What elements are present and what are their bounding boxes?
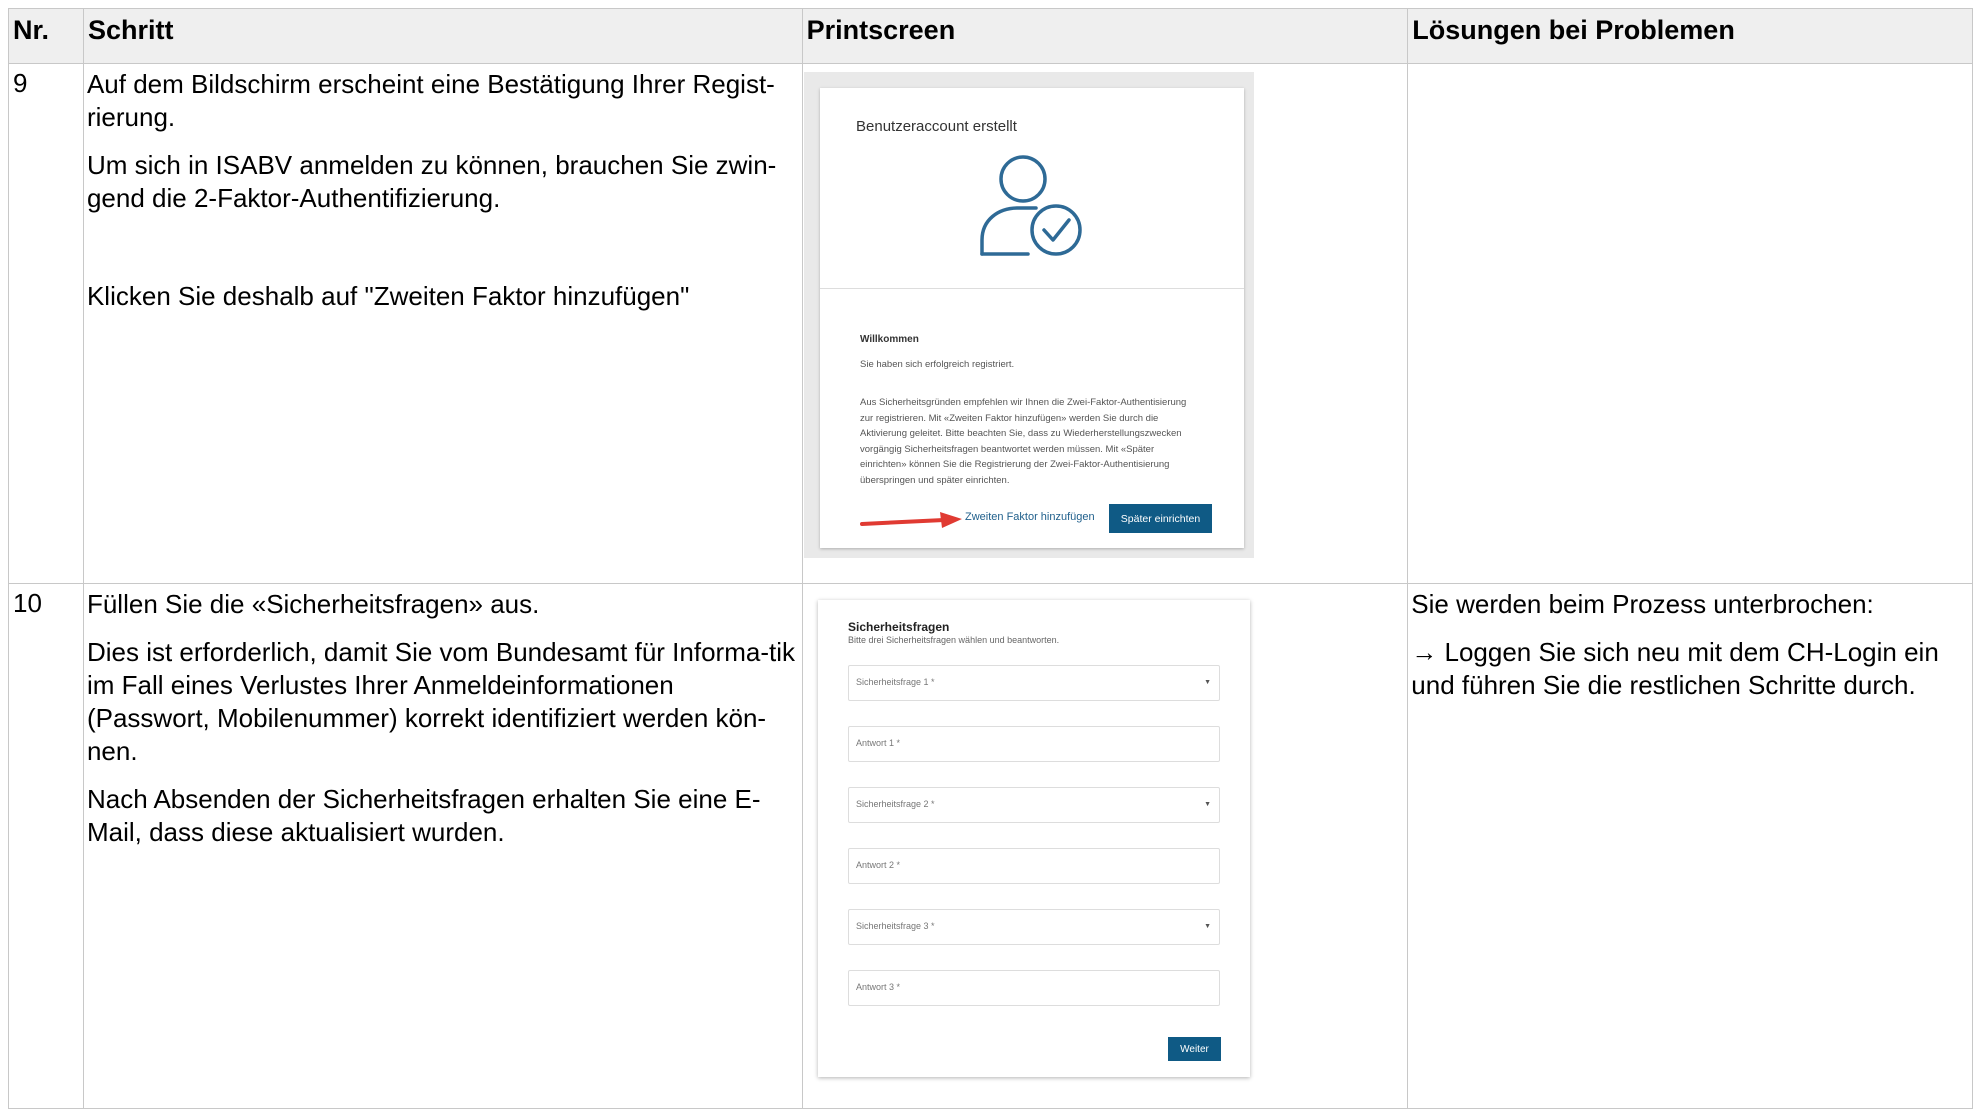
security-question-3-select[interactable]: Sicherheitsfrage 3 * ▼ [848,909,1220,945]
red-arrow-icon [860,512,962,528]
security-question-1-select[interactable]: Sicherheitsfrage 1 * ▼ [848,665,1220,701]
security-question-2-select[interactable]: Sicherheitsfrage 2 * ▼ [848,787,1220,823]
form-subtitle: Bitte drei Sicherheitsfragen wählen und … [848,635,1060,645]
field-label: Sicherheitsfrage 2 * [856,799,935,809]
step-paragraph: Nach Absenden der Sicherheitsfragen erha… [86,784,761,847]
step-paragraph: Klicken Sie deshalb auf "Zweiten Faktor … [86,281,690,311]
security-paragraph: Aus Sicherheitsgründen empfehlen wir Ihn… [860,397,1187,486]
step-paragraph: Auf dem Bildschirm erscheint eine Bestät… [86,69,775,132]
step-description: Auf dem Bildschirm erscheint eine Bestät… [82,63,803,584]
setup-later-button[interactable]: Später einrichten [1109,504,1212,533]
header-printscreen: Printscreen [801,8,1409,64]
solutions-cell: Sie werden beim Prozess unterbrochen: → … [1407,583,1973,1109]
user-check-icon [980,155,1082,256]
field-label: Antwort 2 * [856,860,901,870]
header-schritt: Schritt [82,8,803,64]
printscreen-account-created: Benutzeraccount erstellt Willkommen Sie … [804,72,1254,558]
solution-paragraph: → Loggen Sie sich neu mit dem CH-Login e… [1411,637,1939,700]
field-label: Antwort 3 * [856,982,901,992]
step-paragraph: Um sich in ISABV anmelden zu können, bra… [86,150,777,213]
registered-text: Sie haben sich erfolgreich registriert. [860,359,1015,370]
solutions-cell [1407,63,1973,584]
step-paragraph: Dies ist erforderlich, damit Sie vom Bun… [86,637,795,766]
continue-button[interactable]: Weiter [1168,1037,1221,1061]
answer-3-input[interactable]: Antwort 3 * [848,970,1220,1006]
field-label: Sicherheitsfrage 3 * [856,921,935,931]
field-label: Sicherheitsfrage 1 * [856,677,935,687]
card-title: Benutzeraccount erstellt [856,118,1017,135]
step-number: 10 [8,583,84,1109]
divider [820,288,1244,289]
solution-paragraph: Sie werden beim Prozess unterbrochen: [1411,589,1874,619]
form-title: Sicherheitsfragen [848,620,950,634]
add-second-factor-link[interactable]: Zweiten Faktor hinzufügen [965,511,1095,523]
answer-2-input[interactable]: Antwort 2 * [848,848,1220,884]
step-paragraph: Füllen Sie die «Sicherheitsfragen» aus. [86,589,540,619]
field-label: Antwort 1 * [856,738,901,748]
account-created-card: Benutzeraccount erstellt Willkommen Sie … [820,88,1244,548]
welcome-heading: Willkommen [860,334,919,345]
answer-1-input[interactable]: Antwort 1 * [848,726,1220,762]
caret-down-icon: ▼ [1204,923,1211,930]
caret-down-icon: ▼ [1204,679,1211,686]
step-description: Füllen Sie die «Sicherheitsfragen» aus. … [82,583,803,1109]
header-loesungen: Lösungen bei Problemen [1407,8,1973,64]
header-nr: Nr. [8,8,84,64]
caret-down-icon: ▼ [1204,801,1211,808]
printscreen-security-questions: Sicherheitsfragen Bitte drei Sicherheits… [818,600,1250,1077]
step-number: 9 [8,63,84,584]
